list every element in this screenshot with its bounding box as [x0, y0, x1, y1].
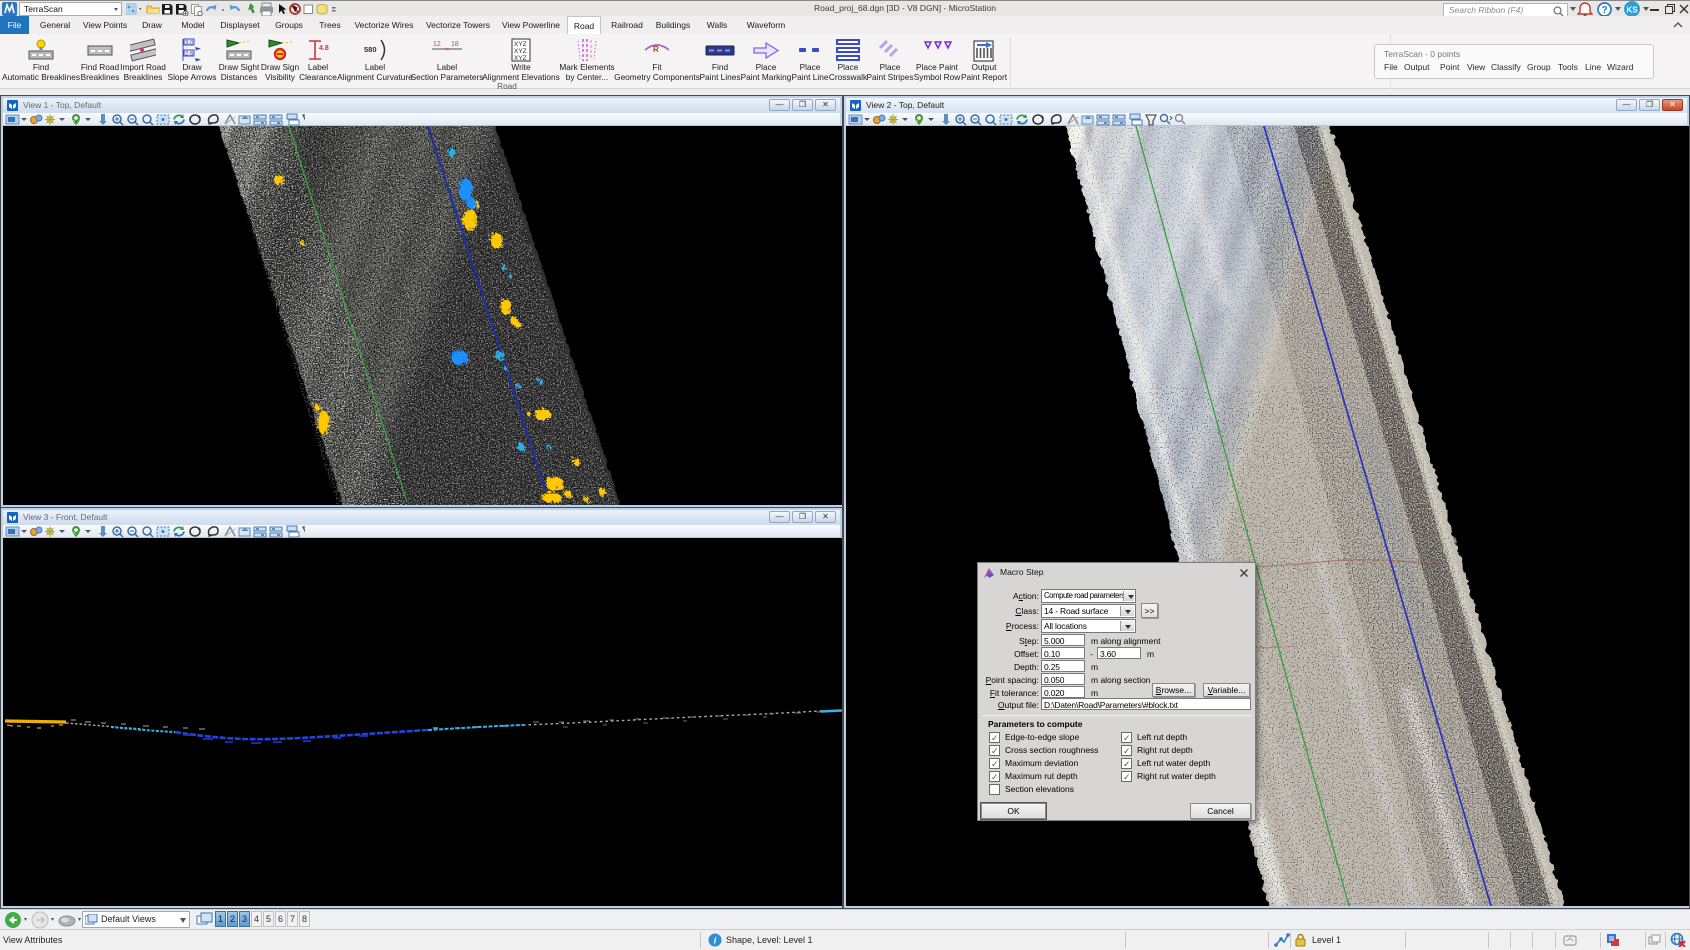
svg-text:18: 18: [451, 41, 459, 48]
svg-text:12: 12: [433, 41, 441, 48]
svg-text:R: R: [653, 45, 659, 54]
svg-text:XYZ: XYZ: [514, 41, 527, 48]
svg-text:3.0: 3.0: [185, 41, 194, 47]
svg-text:580: 580: [364, 45, 377, 54]
svg-text:XYZ: XYZ: [514, 55, 527, 62]
svg-text:?: ?: [1601, 5, 1607, 16]
svg-text:KS: KS: [1626, 6, 1638, 15]
svg-text:XYZ: XYZ: [514, 48, 527, 55]
svg-text:2.6: 2.6: [185, 52, 194, 58]
